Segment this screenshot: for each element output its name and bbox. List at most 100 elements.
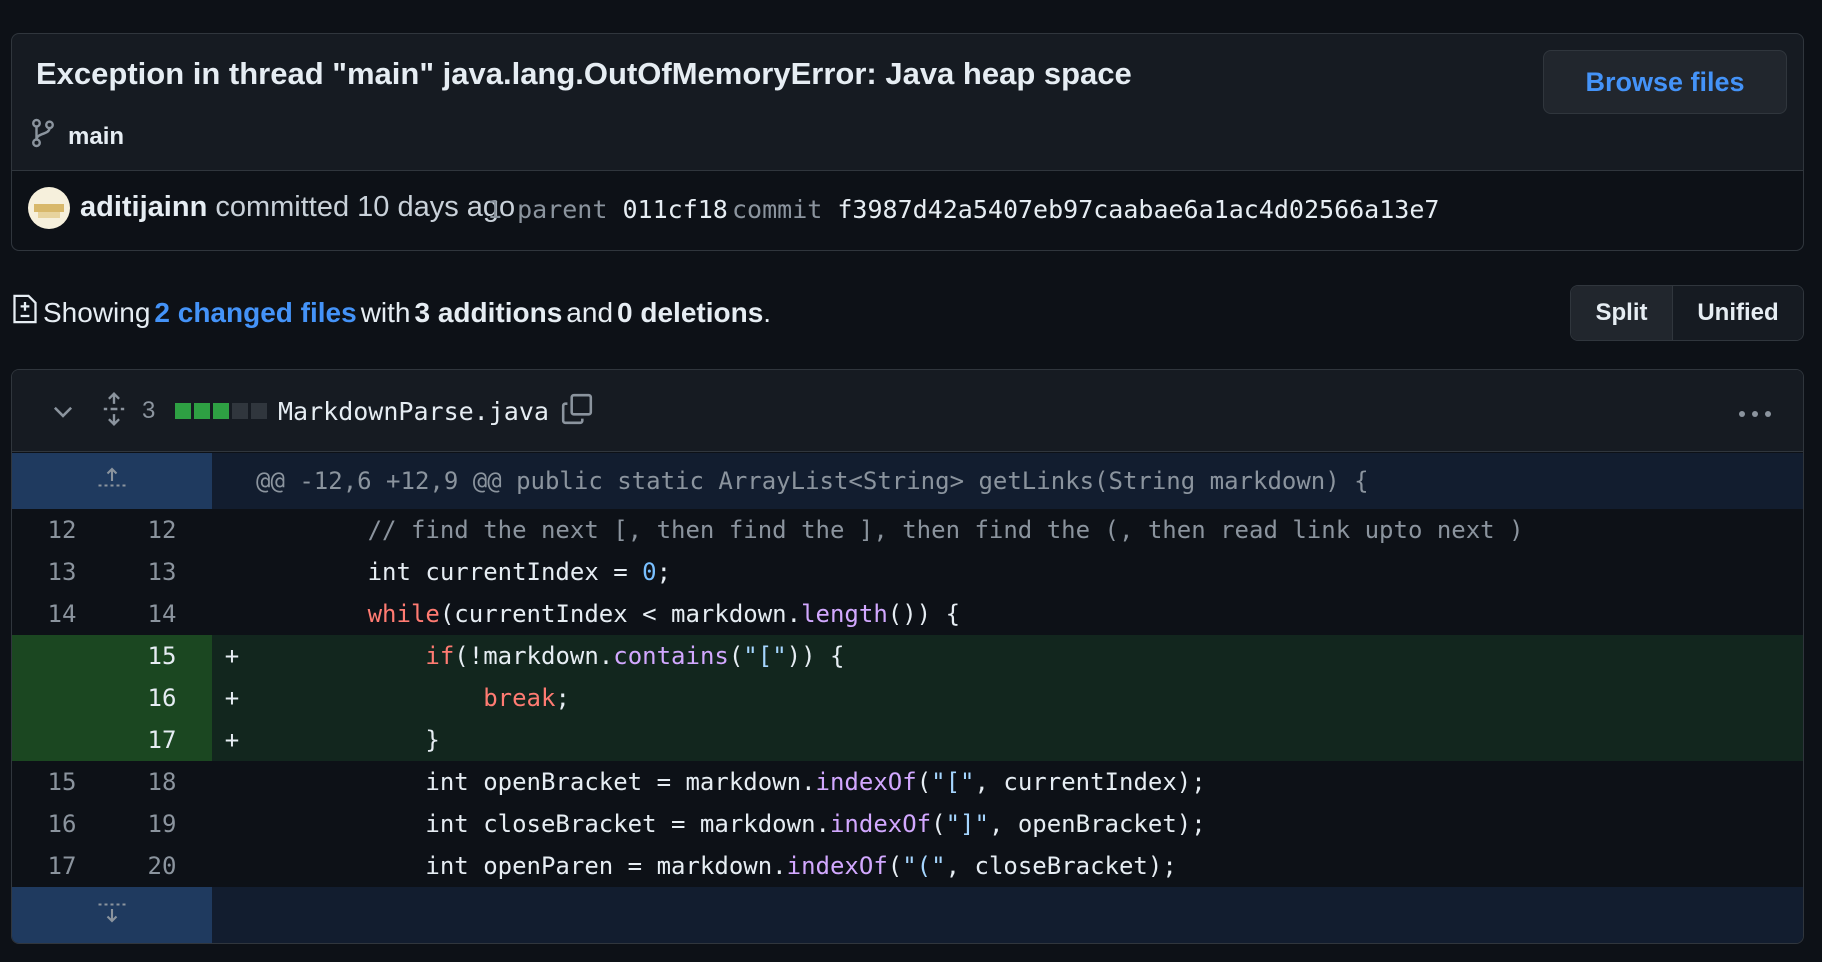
old-line-number[interactable]	[12, 635, 112, 677]
diff-sign: +	[224, 684, 240, 712]
code-token: (	[931, 810, 946, 838]
branch-name: main	[68, 122, 125, 150]
old-line-number[interactable]: 12	[12, 509, 112, 551]
old-line-number[interactable]: 13	[12, 551, 112, 593]
new-line-number[interactable]: 12	[112, 509, 212, 551]
code-token: contains	[613, 642, 729, 670]
kebab-menu-icon[interactable]	[1737, 406, 1773, 424]
diff-sign: +	[224, 642, 240, 670]
diff-line-context: 14 14 while(currentIndex < markdown.lengt…	[12, 593, 1803, 635]
avatar[interactable]	[28, 187, 70, 229]
code-line: int closeBracket = markdown.indexOf("]",…	[252, 810, 1206, 838]
new-line-number[interactable]: 19	[112, 803, 212, 845]
diff-summary: Showing 2 changed files with 3 additions…	[11, 293, 771, 332]
code-token: ()) {	[887, 600, 961, 628]
change-count: 3	[142, 397, 156, 424]
code-line: while(currentIndex < markdown.length()) …	[252, 600, 960, 628]
expand-up-icon	[97, 466, 127, 497]
author-link[interactable]: aditijainn	[80, 191, 207, 223]
new-line-number[interactable]: 13	[112, 551, 212, 593]
diffstat-block	[175, 403, 191, 419]
old-line-number[interactable]	[12, 719, 112, 761]
expand-down-button[interactable]	[12, 887, 212, 943]
code-token: ;	[656, 558, 672, 586]
copy-icon[interactable]	[560, 392, 594, 431]
unified-view-button[interactable]: Unified	[1673, 286, 1803, 340]
showing-label: Showing	[43, 296, 151, 328]
old-line-number[interactable]	[12, 677, 112, 719]
code-token: (!markdown.	[454, 642, 614, 670]
file-name-link[interactable]: MarkdownParse.java	[278, 397, 549, 426]
code-token: break	[483, 684, 556, 712]
hunk-footer-row	[12, 887, 1803, 943]
code-token: // find the next [, then find the ], the…	[367, 516, 1524, 544]
new-line-number[interactable]: 20	[112, 845, 212, 887]
committed-time: committed 10 days ago	[207, 191, 516, 223]
diffstat-block	[251, 403, 267, 419]
changed-files-link[interactable]: 2 changed files	[154, 297, 356, 329]
new-line-number[interactable]: 16	[112, 677, 212, 719]
hunk-header-text: @@ -12,6 +12,9 @@ public static ArrayLis…	[256, 467, 1369, 495]
code-token: (	[728, 642, 744, 670]
parent-info: 1 parent 011cf18	[487, 195, 728, 224]
diff-line-context: 16 19 int closeBracket = markdown.indexOf…	[12, 803, 1803, 845]
diff-line-added: 16 + break;	[12, 677, 1803, 719]
code-token: int openParen = markdown.	[252, 852, 787, 880]
file-header: 3 MarkdownParse.java	[12, 370, 1803, 452]
commit-meta: aditijainn committed 10 days ago 1 paren…	[12, 170, 1803, 250]
diff-line-added: 15 + if(!markdown.contains("[")) {	[12, 635, 1803, 677]
old-line-number[interactable]: 16	[12, 803, 112, 845]
code-token: , closeBracket);	[945, 852, 1177, 880]
diff-line-context: 13 13 int currentIndex = 0;	[12, 551, 1803, 593]
file-diff: 3 MarkdownParse.java @@ -12,6 +12,9 @@ p…	[11, 369, 1804, 944]
commit-header: Exception in thread "main" java.lang.Out…	[11, 33, 1804, 251]
commit-info: commit f3987d42a5407eb97caabae6a1ac4d025…	[732, 195, 1439, 224]
code-token: int currentIndex =	[252, 558, 643, 586]
new-line-number[interactable]: 17	[112, 719, 212, 761]
git-branch-icon	[30, 118, 56, 155]
code-line: int currentIndex = 0;	[252, 558, 671, 586]
diffstat-block	[232, 403, 248, 419]
code-token: (currentIndex < markdown.	[439, 600, 802, 628]
code-token: , currentIndex);	[974, 768, 1206, 796]
commit-title: Exception in thread "main" java.lang.Out…	[36, 56, 1132, 91]
old-line-number[interactable]: 17	[12, 845, 112, 887]
diff-view-toggle: Split Unified	[1570, 285, 1804, 341]
new-line-number[interactable]: 15	[112, 635, 212, 677]
code-line: int openParen = markdown.indexOf("(", cl…	[252, 852, 1177, 880]
diffstat-bar	[175, 403, 267, 419]
chevron-down-icon[interactable]	[50, 396, 76, 431]
old-line-number[interactable]: 15	[12, 761, 112, 803]
period: .	[763, 296, 772, 328]
code-token: }	[252, 726, 440, 754]
expand-up-button[interactable]	[12, 453, 212, 509]
parent-label: 1 parent	[487, 195, 608, 224]
parent-hash-link[interactable]: 011cf18	[622, 195, 727, 224]
code-token: indexOf	[815, 768, 917, 796]
code-token: "["	[931, 768, 975, 796]
branch-indicator[interactable]: main	[30, 118, 124, 155]
additions-count: 3 additions	[414, 296, 563, 328]
commit-label: commit	[732, 195, 823, 224]
new-line-number[interactable]: 18	[112, 761, 212, 803]
code-token: "]"	[945, 810, 989, 838]
code-token: while	[367, 600, 440, 628]
new-line-number[interactable]: 14	[112, 593, 212, 635]
diff-line-added: 17 + }	[12, 719, 1803, 761]
diff-sign: +	[224, 726, 240, 754]
code-token: (	[887, 852, 903, 880]
code-token: )) {	[786, 642, 845, 670]
code-line: break;	[252, 684, 570, 712]
browse-files-button[interactable]: Browse files	[1543, 50, 1787, 114]
code-line: if(!markdown.contains("[")) {	[252, 642, 844, 670]
code-token: , openBracket);	[988, 810, 1206, 838]
code-token: if	[425, 642, 455, 670]
old-line-number[interactable]: 14	[12, 593, 112, 635]
unfold-icon[interactable]	[100, 392, 128, 431]
commit-hash: f3987d42a5407eb97caabae6a1ac4d02566a13e7	[837, 195, 1440, 224]
diff-line-context: 12 12 // find the next [, then find the ]…	[12, 509, 1803, 551]
split-view-button[interactable]: Split	[1571, 286, 1673, 340]
diff-line-context: 15 18 int openBracket = markdown.indexOf(…	[12, 761, 1803, 803]
